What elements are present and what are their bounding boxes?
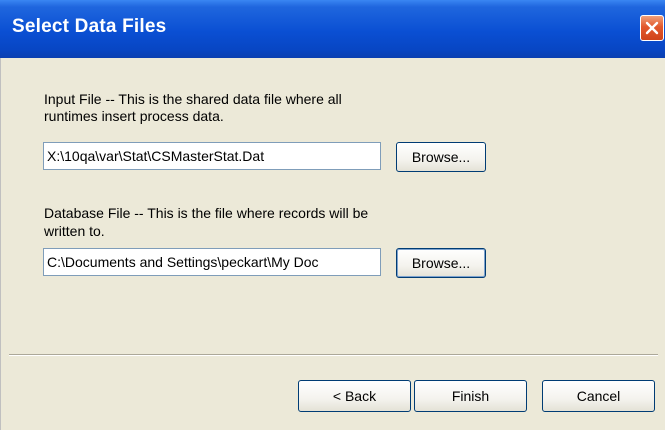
- input-file-browse-button[interactable]: Browse...: [396, 142, 486, 172]
- dialog-body: Input File -- This is the shared data fi…: [0, 58, 665, 430]
- database-file-browse-button[interactable]: Browse...: [396, 248, 486, 278]
- database-file-field[interactable]: C:\Documents and Settings\peckart\My Doc: [43, 248, 381, 276]
- input-file-label-line2: runtimes insert process data.: [44, 108, 224, 124]
- window-title: Select Data Files: [12, 16, 167, 37]
- select-data-files-dialog: Select Data Files Input File -- This is …: [0, 0, 665, 430]
- database-file-label-line2: written to.: [44, 223, 105, 239]
- cancel-button[interactable]: Cancel: [542, 380, 655, 412]
- close-icon: [641, 16, 663, 40]
- finish-button[interactable]: Finish: [414, 380, 527, 412]
- back-button[interactable]: < Back: [298, 380, 411, 412]
- database-file-label-line1: Database File -- This is the file where …: [44, 205, 369, 221]
- close-button[interactable]: [640, 15, 664, 41]
- input-file-label-line1: Input File -- This is the shared data fi…: [44, 91, 342, 107]
- title-bar[interactable]: Select Data Files: [0, 0, 665, 58]
- footer-separator: [9, 354, 658, 356]
- input-file-field[interactable]: X:\10qa\var\Stat\CSMasterStat.Dat: [43, 142, 381, 170]
